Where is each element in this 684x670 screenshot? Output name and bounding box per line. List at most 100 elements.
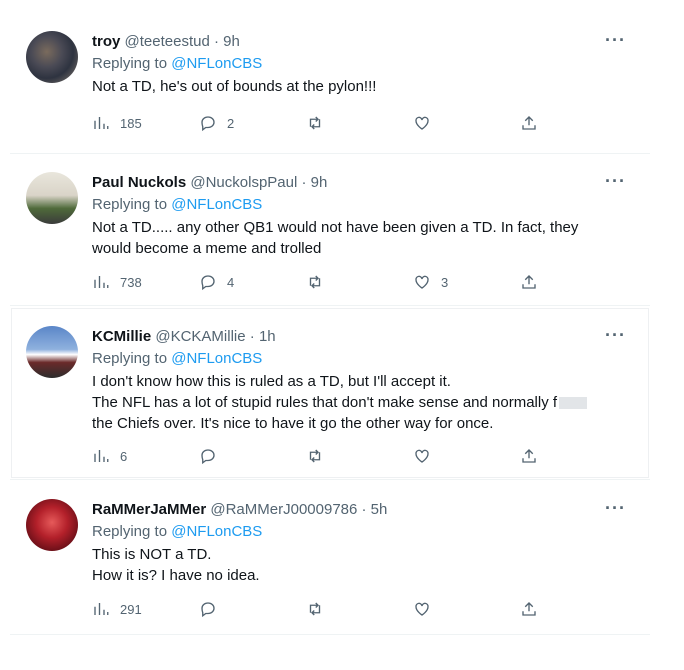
retweet-icon	[309, 449, 321, 463]
replying-label: Replying to	[92, 523, 168, 540]
like-count: 3	[441, 274, 449, 290]
views-button[interactable]: 185	[92, 114, 199, 132]
reply-count: 4	[227, 274, 235, 290]
avatar[interactable]	[26, 172, 78, 224]
retweet-button[interactable]	[306, 114, 413, 132]
reply-icon	[201, 449, 215, 465]
like-button[interactable]	[413, 600, 520, 618]
reply-button[interactable]	[199, 447, 306, 465]
tweet[interactable]: ··· KCMillie @KCKAMillie · 1h Replying t…	[12, 309, 648, 477]
replying-label: Replying to	[92, 55, 168, 72]
share-icon	[522, 116, 536, 130]
replying-handle-link[interactable]: @NFLonCBS	[171, 196, 262, 213]
replying-handle-link[interactable]: @NFLonCBS	[171, 523, 262, 540]
replying-handle-link[interactable]: @NFLonCBS	[171, 55, 262, 72]
like-icon	[415, 602, 429, 616]
timestamp[interactable]: · 5h	[362, 501, 388, 518]
user-name[interactable]: RaMMerJaMMer	[92, 501, 206, 518]
reply-icon	[201, 275, 215, 291]
like-icon	[415, 449, 429, 463]
divider	[10, 305, 650, 306]
replying-handle-link[interactable]: @NFLonCBS	[171, 350, 262, 367]
views-button[interactable]: 291	[92, 600, 199, 618]
retweet-button[interactable]	[306, 447, 413, 465]
avatar[interactable]	[26, 31, 78, 83]
tweet-text-line: How it is? I have no idea.	[92, 567, 260, 584]
share-button[interactable]	[520, 114, 627, 132]
reply-count: 2	[227, 115, 235, 131]
tweet-text-line: I don't know how this is ruled as a TD, …	[92, 373, 451, 390]
reply-button[interactable]: 2	[199, 114, 306, 132]
user-name[interactable]: KCMillie	[92, 328, 151, 345]
user-handle[interactable]: @KCKAMillie	[155, 328, 245, 345]
views-count: 291	[120, 601, 142, 617]
user-name[interactable]: troy	[92, 33, 120, 50]
share-icon	[522, 275, 536, 289]
reply-icon	[201, 602, 215, 618]
user-name[interactable]: Paul Nuckols	[92, 174, 186, 191]
reply-button[interactable]	[199, 600, 306, 618]
tweet[interactable]: ··· RaMMerJaMMer @RaMMerJ00009786 · 5h R…	[12, 482, 648, 632]
like-icon	[415, 275, 429, 289]
share-icon	[522, 449, 536, 463]
tweet-actions: 738 4 3	[92, 273, 628, 291]
avatar[interactable]	[26, 326, 78, 378]
reply-icon	[201, 116, 215, 132]
timestamp[interactable]: · 9h	[214, 33, 240, 50]
views-button[interactable]: 738	[92, 273, 199, 291]
tweet-text-line-with-redaction: The NFL has a lot of stupid rules that d…	[92, 392, 628, 413]
share-button[interactable]	[520, 273, 627, 291]
tweet-text-line: The NFL has a lot of stupid rules that d…	[92, 394, 558, 411]
like-button[interactable]: 3	[413, 273, 520, 291]
views-icon	[94, 276, 109, 288]
views-count: 6	[120, 448, 128, 464]
reply-button[interactable]: 4	[199, 273, 306, 291]
retweet-button[interactable]	[306, 273, 413, 291]
like-icon	[415, 116, 429, 130]
tweet-text: I don't know how this is ruled as a TD, …	[92, 371, 628, 434]
tweet-text: Not a TD, he's out of bounds at the pylo…	[92, 76, 628, 97]
tweet-actions: 291	[92, 600, 628, 618]
tweet-text-line: Not a TD, he's out of bounds at the pylo…	[92, 78, 377, 95]
views-icon	[94, 117, 109, 129]
tweet-text-line: would become a meme and trolled	[92, 240, 322, 257]
share-icon	[522, 602, 536, 616]
timestamp[interactable]: · 1h	[250, 328, 276, 345]
user-handle[interactable]: @NuckolspPaul	[190, 174, 297, 191]
divider	[10, 479, 650, 480]
avatar[interactable]	[26, 499, 78, 551]
tweet-actions: 185 2	[92, 114, 628, 132]
replying-label: Replying to	[92, 350, 168, 367]
tweet-text: Not a TD..... any other QB1 would not ha…	[92, 217, 628, 259]
tweet-text-line: This is NOT a TD.	[92, 546, 212, 563]
replying-to: Replying to @NFLonCBS	[92, 195, 628, 215]
retweet-button[interactable]	[306, 600, 413, 618]
tweet-text: This is NOT a TD. How it is? I have no i…	[92, 544, 628, 586]
views-icon	[94, 603, 109, 615]
replying-to: Replying to @NFLonCBS	[92, 54, 628, 74]
views-count: 185	[120, 115, 142, 131]
like-button[interactable]	[413, 447, 520, 465]
divider	[10, 153, 650, 154]
share-button[interactable]	[520, 600, 627, 618]
tweet-text-line: Not a TD..... any other QB1 would not ha…	[92, 219, 579, 236]
user-handle[interactable]: @RaMMerJ00009786	[210, 501, 357, 518]
retweet-icon	[309, 275, 321, 289]
retweet-icon	[309, 116, 321, 130]
user-handle[interactable]: @teeteestud	[125, 33, 210, 50]
replying-label: Replying to	[92, 196, 168, 213]
retweet-icon	[309, 602, 321, 616]
tweet-text-line: the Chiefs over. It's nice to have it go…	[92, 415, 494, 432]
tweet[interactable]: ··· troy @teeteestud · 9h Replying to @N…	[12, 14, 648, 152]
views-icon	[94, 450, 109, 462]
tweet-actions: 6	[92, 447, 628, 465]
like-button[interactable]	[413, 114, 520, 132]
tweet[interactable]: ··· Paul Nuckols @NuckolspPaul · 9h Repl…	[12, 155, 648, 303]
views-button[interactable]: 6	[92, 447, 199, 465]
views-count: 738	[120, 274, 142, 290]
share-button[interactable]	[520, 447, 627, 465]
timestamp[interactable]: · 9h	[302, 174, 328, 191]
replying-to: Replying to @NFLonCBS	[92, 522, 628, 542]
divider	[10, 634, 650, 635]
replying-to: Replying to @NFLonCBS	[92, 349, 628, 369]
